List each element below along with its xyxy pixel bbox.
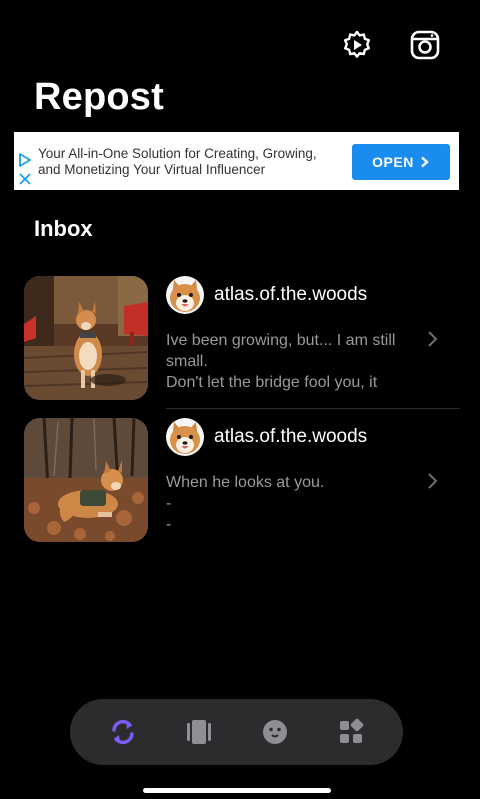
ad-banner[interactable]: Your All-in-One Solution for Creating, G… (14, 132, 459, 190)
divider (166, 408, 460, 409)
ad-open-button[interactable]: OPEN (352, 144, 450, 180)
tab-repost[interactable] (107, 716, 139, 748)
avatar (166, 418, 204, 456)
widgets-icon (340, 718, 364, 743)
ad-text-line: Your All-in-One Solution for Creating, G… (38, 146, 317, 161)
username: atlas.of.the.woods (214, 284, 368, 305)
username: atlas.of.the.woods (214, 426, 368, 447)
post-thumbnail (24, 418, 148, 542)
caption-preview: When he looks at you. - - (166, 472, 418, 535)
bottom-tab-bar (70, 699, 403, 765)
inbox-heading: Inbox (34, 216, 93, 241)
tab-widgets[interactable] (335, 716, 367, 748)
caption-line: - (166, 495, 172, 512)
avatar (166, 276, 204, 314)
caption-line: small. (166, 353, 208, 370)
chevron-right-icon (428, 473, 438, 489)
caption-line: Ive been growing, but... I am still (166, 332, 396, 349)
chevron-right-icon (421, 156, 429, 168)
caption-preview: Ive been growing, but... I am still smal… (166, 330, 418, 393)
home-indicator (143, 788, 331, 793)
ad-text-line: and Monetizing Your Virtual Influencer (38, 161, 266, 177)
repost-icon (112, 719, 134, 745)
chevron-right-icon (428, 331, 438, 347)
settings-gear-icon[interactable] (340, 28, 374, 62)
face-icon (263, 720, 287, 744)
tab-carousel[interactable] (183, 716, 215, 748)
ad-choices-icon[interactable] (17, 152, 33, 168)
caption-line: Don't let the bridge fool you, it (166, 374, 378, 391)
inbox-item[interactable]: atlas.of.the.woods When he looks at you.… (0, 418, 480, 558)
ad-close-icon[interactable] (17, 171, 33, 187)
carousel-icon (187, 720, 211, 744)
inbox-item[interactable]: atlas.of.the.woods Ive been growing, but… (0, 276, 480, 416)
caption-line: - (166, 516, 172, 533)
tab-face[interactable] (259, 716, 291, 748)
instagram-icon[interactable] (408, 28, 442, 62)
post-thumbnail (24, 276, 148, 400)
ad-text[interactable]: Your All-in-One Solution for Creating, G… (38, 146, 343, 177)
caption-line: When he looks at you. (166, 474, 325, 491)
ad-open-label: OPEN (372, 154, 414, 170)
page-title: Repost (34, 76, 164, 118)
